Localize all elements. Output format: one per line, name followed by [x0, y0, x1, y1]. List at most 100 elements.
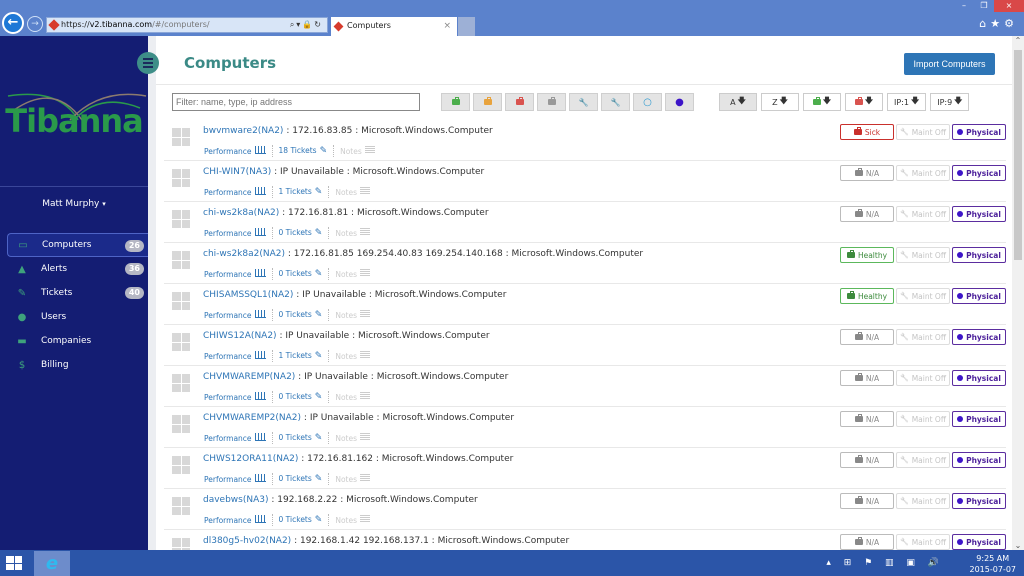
maintenance-button[interactable]: 🔧 Maint Off [896, 534, 950, 550]
maintenance-button[interactable]: 🔧 Maint Off [896, 206, 950, 222]
performance-link[interactable]: Performance [204, 474, 266, 484]
tickets-link[interactable]: 0 Tickets ✎ [279, 474, 323, 484]
scrollbar[interactable]: ⌃ ⌄ [1012, 36, 1024, 550]
notes-link[interactable]: Notes [340, 146, 375, 156]
user-menu[interactable]: Matt Murphy ▾ [0, 199, 148, 209]
tickets-link[interactable]: 0 Tickets ✎ [279, 269, 323, 279]
back-button[interactable]: ← [2, 12, 24, 34]
health-status-button[interactable]: N/A [840, 206, 894, 222]
filter-input[interactable] [172, 93, 420, 111]
computer-name-link[interactable]: chi-ws2k8a2(NA2) [203, 249, 285, 259]
tickets-link[interactable]: 0 Tickets ✎ [279, 392, 323, 402]
health-status-button[interactable]: Sick [840, 124, 894, 140]
forward-button[interactable]: → [27, 16, 43, 32]
computer-name-link[interactable]: bwvmware2(NA2) [203, 126, 283, 136]
health-status-button[interactable]: N/A [840, 452, 894, 468]
import-computers-button[interactable]: Import Computers [904, 53, 995, 75]
system-tray-icons[interactable]: ▴ ⊞ ⚑ ▥ ▣ 🔊 [826, 558, 944, 568]
filter-healthy-button[interactable] [441, 93, 470, 111]
notes-link[interactable]: Notes [335, 351, 371, 361]
computer-name-link[interactable]: CHI-WIN7(NA3) [203, 167, 271, 177]
notes-link[interactable]: Notes [335, 392, 371, 402]
health-status-button[interactable]: N/A [840, 411, 894, 427]
tickets-link[interactable]: 0 Tickets ✎ [279, 515, 323, 525]
health-status-button[interactable]: N/A [840, 370, 894, 386]
physical-button[interactable]: Physical [952, 370, 1006, 386]
tab-computers[interactable]: Computers × [331, 17, 457, 36]
physical-button[interactable]: Physical [952, 124, 1006, 140]
tab-close-icon[interactable]: × [443, 17, 451, 35]
sidebar-item-users[interactable]: ● Users [7, 305, 148, 329]
notes-link[interactable]: Notes [335, 310, 371, 320]
home-favorites-settings-icon[interactable]: ⌂★⚙ [979, 17, 1018, 30]
physical-button[interactable]: Physical [952, 206, 1006, 222]
health-status-button[interactable]: N/A [840, 493, 894, 509]
health-status-button[interactable]: N/A [840, 534, 894, 550]
filter-na-button[interactable] [537, 93, 566, 111]
health-status-button[interactable]: Healthy [840, 288, 894, 304]
performance-link[interactable]: Performance [204, 433, 266, 443]
sidebar-item-computers[interactable]: ▭ Computers 26 [7, 233, 148, 257]
sort-button[interactable]: 🡇 [845, 93, 883, 111]
maintenance-button[interactable]: 🔧 Maint Off [896, 329, 950, 345]
performance-link[interactable]: Performance [204, 310, 266, 320]
computer-name-link[interactable]: dl380g5-hv02(NA2) [203, 536, 291, 546]
computer-name-link[interactable]: CHWS12ORA11(NA2) [203, 454, 298, 464]
tickets-link[interactable]: 1 Tickets ✎ [279, 351, 323, 361]
sort-button[interactable]: A 🡇 [719, 93, 757, 111]
physical-button[interactable]: Physical [952, 247, 1006, 263]
maintenance-button[interactable]: 🔧 Maint Off [896, 165, 950, 181]
physical-button[interactable]: Physical [952, 165, 1006, 181]
logo[interactable]: Tibanna [0, 102, 148, 140]
tickets-link[interactable]: 0 Tickets ✎ [279, 310, 323, 320]
scroll-down-icon[interactable]: ⌄ [1012, 541, 1024, 550]
computer-name-link[interactable]: CHIWS12A(NA2) [203, 331, 277, 341]
filter-warning-button[interactable] [473, 93, 502, 111]
notes-link[interactable]: Notes [335, 228, 371, 238]
sidebar-item-billing[interactable]: $ Billing [7, 353, 148, 377]
notes-link[interactable]: Notes [335, 515, 371, 525]
performance-link[interactable]: Performance [204, 392, 266, 402]
maintenance-button[interactable]: 🔧 Maint Off [896, 247, 950, 263]
clock[interactable]: 9:25 AM 2015-07-07 [970, 553, 1017, 575]
physical-button[interactable]: Physical [952, 411, 1006, 427]
minimize-button[interactable]: – [954, 0, 974, 12]
tickets-link[interactable]: 0 Tickets ✎ [279, 228, 323, 238]
computer-name-link[interactable]: chi-ws2k8a(NA2) [203, 208, 279, 218]
physical-button[interactable]: Physical [952, 288, 1006, 304]
maintenance-button[interactable]: 🔧 Maint Off [896, 370, 950, 386]
sidebar-item-companies[interactable]: ▬ Companies [7, 329, 148, 353]
performance-link[interactable]: Performance [204, 187, 266, 197]
tickets-link[interactable]: 1 Tickets ✎ [279, 187, 323, 197]
performance-link[interactable]: Performance [204, 269, 266, 279]
sidebar-item-alerts[interactable]: ▲ Alerts 36 [7, 257, 148, 281]
computer-name-link[interactable]: CHISAMSSQL1(NA2) [203, 290, 293, 300]
tickets-link[interactable]: 18 Tickets ✎ [279, 146, 328, 156]
notes-link[interactable]: Notes [335, 269, 371, 279]
health-status-button[interactable]: N/A [840, 165, 894, 181]
performance-link[interactable]: Performance [204, 146, 266, 156]
scroll-up-icon[interactable]: ⌃ [1012, 36, 1024, 45]
maintenance-button[interactable]: 🔧 Maint Off [896, 452, 950, 468]
close-window-button[interactable]: × [994, 0, 1024, 12]
physical-button[interactable]: Physical [952, 452, 1006, 468]
sort-button[interactable]: 🡇 [803, 93, 841, 111]
windows-start-icon[interactable] [6, 556, 22, 570]
sort-button[interactable]: IP:1 🡇 [887, 93, 927, 111]
physical-button[interactable]: Physical [952, 493, 1006, 509]
sidebar-item-tickets[interactable]: ✎ Tickets 40 [7, 281, 148, 305]
maintenance-button[interactable]: 🔧 Maint Off [896, 411, 950, 427]
notes-link[interactable]: Notes [335, 474, 371, 484]
sort-button[interactable]: IP:9 🡇 [930, 93, 970, 111]
maintenance-button[interactable]: 🔧 Maint Off [896, 493, 950, 509]
tickets-link[interactable]: 0 Tickets ✎ [279, 433, 323, 443]
performance-link[interactable]: Performance [204, 515, 266, 525]
restore-button[interactable]: ❐ [974, 0, 994, 12]
computer-name-link[interactable]: davebws(NA3) [203, 495, 269, 505]
filter-sick-button[interactable] [505, 93, 534, 111]
health-status-button[interactable]: N/A [840, 329, 894, 345]
maintenance-button[interactable]: 🔧 Maint Off [896, 288, 950, 304]
scrollbar-thumb[interactable] [1014, 50, 1022, 260]
maintenance-button[interactable]: 🔧 Maint Off [896, 124, 950, 140]
filter-virtual-button[interactable]: ○ [633, 93, 662, 111]
